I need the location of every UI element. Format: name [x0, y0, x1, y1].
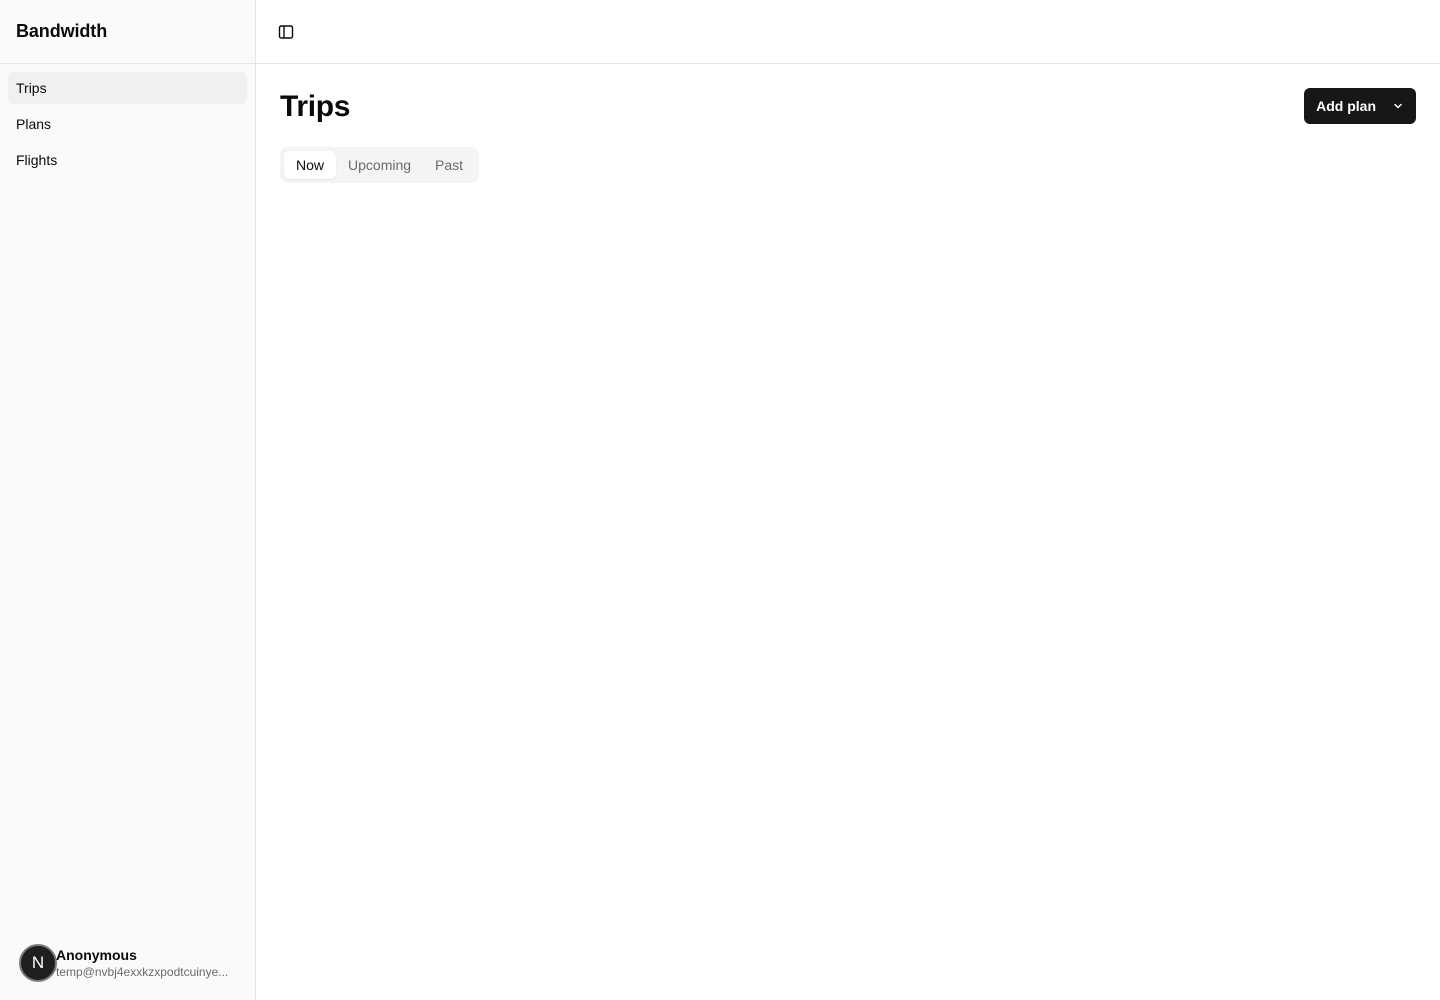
add-plan-label: Add plan [1316, 98, 1376, 114]
app-brand: Bandwidth [16, 21, 108, 41]
sidebar-item-trips[interactable]: Trips [8, 72, 247, 104]
top-bar [256, 0, 1440, 64]
tab-past[interactable]: Past [423, 151, 475, 179]
tab-upcoming[interactable]: Upcoming [336, 151, 423, 179]
trip-tabs: Now Upcoming Past [280, 147, 480, 183]
sidebar-toggle-icon [278, 24, 294, 39]
sidebar-item-plans[interactable]: Plans [8, 108, 247, 140]
chevron-down-icon[interactable] [1388, 100, 1416, 112]
content: Trips Add plan Now Upcoming Past [256, 64, 1440, 183]
app-root: Bandwidth Trips Plans Flights N Anonymou… [0, 0, 1440, 1000]
user-email: temp@nvbj4exxkzxpodtcuinye... [56, 964, 229, 979]
sidebar-toggle-button[interactable] [276, 22, 296, 42]
page-title: Trips [280, 90, 351, 123]
sidebar-item-flights[interactable]: Flights [8, 144, 247, 176]
sidebar: Bandwidth Trips Plans Flights N Anonymou… [0, 0, 256, 1000]
user-name: Anonymous [56, 946, 137, 963]
main-area: Trips Add plan Now Upcoming Past [256, 0, 1440, 1000]
sidebar-item-label: Plans [16, 116, 52, 132]
avatar: N [19, 944, 57, 982]
sidebar-item-label: Trips [16, 80, 47, 96]
tab-now[interactable]: Now [284, 151, 337, 179]
sidebar-nav: Trips Plans Flights [0, 64, 255, 188]
sidebar-item-label: Flights [16, 152, 58, 168]
add-plan-button[interactable]: Add plan [1304, 88, 1416, 124]
user-info: Anonymous temp@nvbj4exxkzxpodtcuinye... [56, 947, 228, 980]
sidebar-header: Bandwidth [0, 0, 255, 64]
user-profile[interactable]: N Anonymous temp@nvbj4exxkzxpodtcuinye..… [19, 944, 239, 982]
